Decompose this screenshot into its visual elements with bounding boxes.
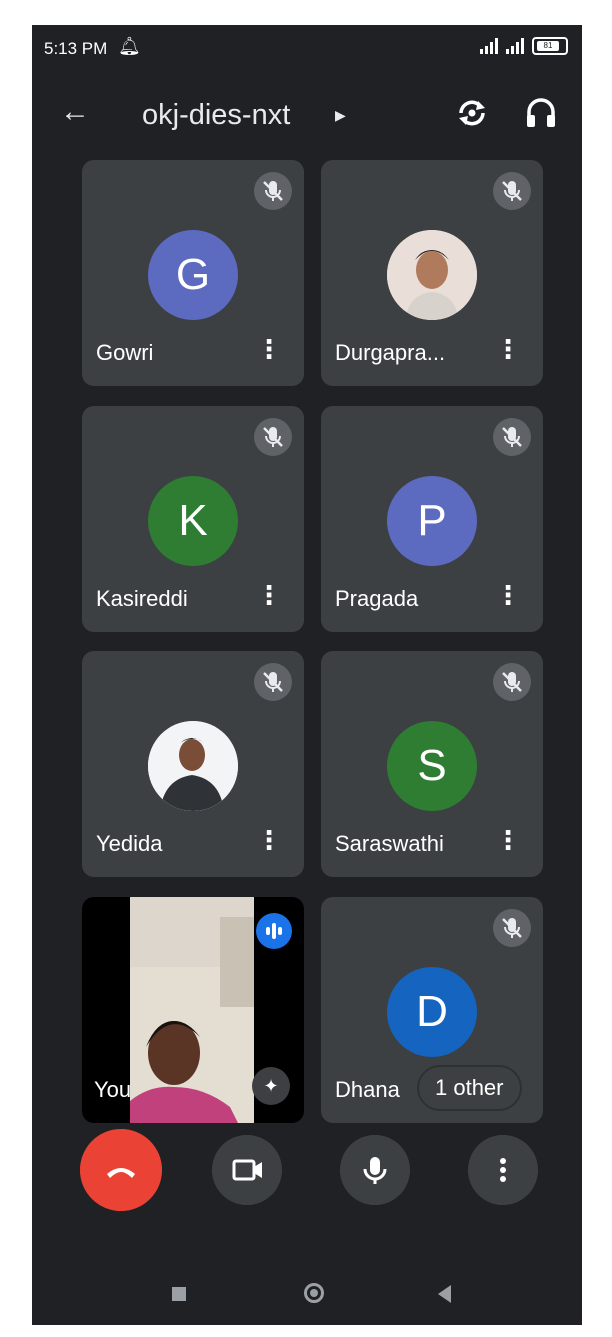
- more-vert-icon[interactable]: ⋮: [256, 582, 282, 608]
- participant-tile-kasireddi[interactable]: K Kasireddi ⋮: [82, 406, 304, 632]
- call-controls: [32, 1129, 582, 1215]
- microphone-button[interactable]: [340, 1135, 410, 1205]
- status-time: 5:13 PM: [44, 39, 108, 58]
- back-arrow-icon[interactable]: ←: [60, 95, 90, 129]
- profile-photo-avatar: [387, 230, 477, 320]
- android-nav-bar: [32, 1265, 582, 1325]
- others-count-chip[interactable]: 1 other: [419, 1067, 520, 1109]
- avatar: G: [148, 230, 238, 320]
- recents-icon[interactable]: [172, 1287, 186, 1301]
- switch-camera-icon[interactable]: [454, 95, 490, 131]
- participant-name: Durgapra...: [335, 340, 446, 365]
- headphones-icon[interactable]: [524, 95, 558, 131]
- more-vert-icon[interactable]: ⋮: [495, 827, 521, 853]
- more-vert-icon[interactable]: ⋮: [256, 336, 282, 362]
- more-vert-icon[interactable]: ⋮: [495, 336, 521, 362]
- participant-tile-durgapra[interactable]: Durgapra... ⋮: [321, 160, 543, 386]
- avatar: K: [148, 476, 238, 566]
- end-call-button[interactable]: [80, 1129, 162, 1211]
- mic-off-icon: [493, 663, 531, 701]
- self-label: You: [94, 1077, 132, 1102]
- battery-icon: 81: [532, 37, 568, 55]
- mic-off-icon: [493, 909, 531, 947]
- nav-back-icon[interactable]: [438, 1285, 451, 1303]
- avatar: P: [387, 476, 477, 566]
- participant-name: Kasireddi: [96, 586, 188, 611]
- mic-off-icon: [254, 172, 292, 210]
- more-vert-icon[interactable]: ⋮: [495, 582, 521, 608]
- status-bar: 5:13 PM 🔔︎ 81: [32, 25, 582, 69]
- signal-icon: [480, 38, 498, 54]
- more-vert-icon[interactable]: ⋮: [256, 827, 282, 853]
- mic-off-icon: [254, 418, 292, 456]
- self-camera-feed: [130, 897, 254, 1123]
- camera-toggle-button[interactable]: [212, 1135, 282, 1205]
- participant-name: Gowri: [96, 340, 154, 365]
- battery-level: 81: [537, 41, 559, 51]
- signal-icon-2: [506, 38, 524, 54]
- participant-name: Pragada: [335, 586, 419, 611]
- meeting-header: ← okj-dies-nxt ▶: [32, 85, 582, 145]
- mic-off-icon: [254, 663, 292, 701]
- participant-tile-pragada[interactable]: P Pragada ⋮: [321, 406, 543, 632]
- mic-off-icon: [493, 418, 531, 456]
- home-icon[interactable]: [304, 1283, 324, 1303]
- profile-photo-avatar: [148, 721, 238, 811]
- speaking-indicator-icon: [256, 913, 292, 949]
- alarm-icon: 🔔︎: [118, 36, 141, 56]
- avatar: S: [387, 721, 477, 811]
- effects-sparkle-icon[interactable]: ✦: [252, 1067, 290, 1105]
- phone-screen: 5:13 PM 🔔︎ 81 ← okj-dies-nxt ▶ G Gowri ⋮: [32, 25, 582, 1325]
- participant-tile-saraswathi[interactable]: S Saraswathi ⋮: [321, 651, 543, 877]
- participant-name: Yedida: [96, 831, 163, 856]
- meeting-code[interactable]: okj-dies-nxt: [142, 99, 290, 132]
- participant-name: Dhana: [335, 1077, 400, 1102]
- participant-tile-yedida[interactable]: Yedida ⋮: [82, 651, 304, 877]
- caret-right-icon[interactable]: ▶: [335, 107, 346, 124]
- avatar: D: [387, 967, 477, 1057]
- more-options-button[interactable]: [468, 1135, 538, 1205]
- participant-name: Saraswathi: [335, 831, 444, 856]
- status-icons: 81: [480, 37, 568, 55]
- participant-tile-dhana[interactable]: D Dhana 1 other: [321, 897, 543, 1123]
- self-view-tile[interactable]: ✦ You: [82, 897, 304, 1123]
- mic-off-icon: [493, 172, 531, 210]
- participant-tile-gowri[interactable]: G Gowri ⋮: [82, 160, 304, 386]
